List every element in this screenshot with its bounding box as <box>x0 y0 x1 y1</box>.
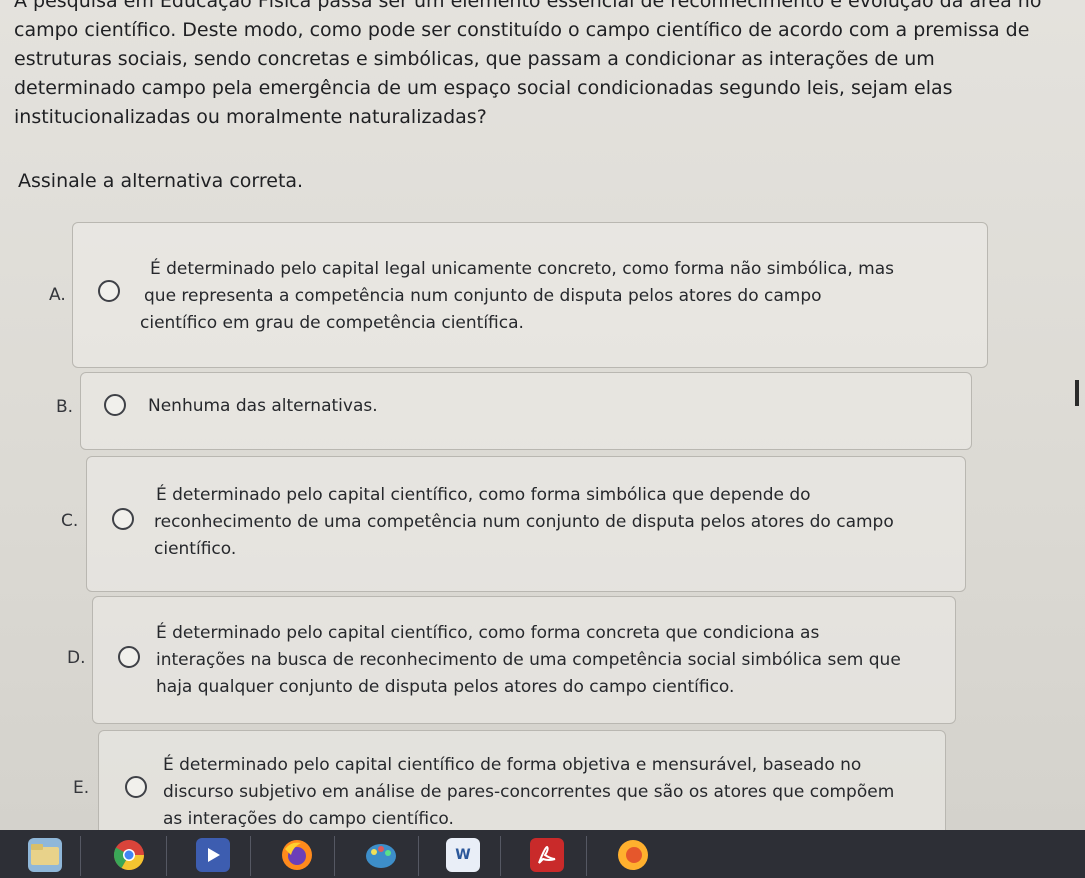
option-line: É determinado pelo capital científico, c… <box>156 485 811 505</box>
scrollbar-thumb[interactable] <box>1075 380 1079 406</box>
question-line: institucionalizadas ou moralmente natura… <box>14 106 487 128</box>
taskbar: W <box>0 830 1085 878</box>
radio-button[interactable] <box>112 508 134 530</box>
taskbar-divider <box>166 836 167 876</box>
acrobat-icon[interactable] <box>530 838 564 872</box>
chrome-icon[interactable] <box>112 838 146 872</box>
question-text: A pesquisa em Educação Física passa ser … <box>14 0 1064 132</box>
option-line: as interações do campo científico. <box>163 809 454 829</box>
option-letter: E. <box>73 778 90 798</box>
word-icon-label: W <box>455 847 471 863</box>
taskbar-divider <box>586 836 587 876</box>
word-icon[interactable]: W <box>446 838 480 872</box>
question-line: campo científico. Deste modo, como pode … <box>14 19 1030 41</box>
question-line: estruturas sociais, sendo concretas e si… <box>14 48 935 70</box>
browser-icon[interactable] <box>616 838 650 872</box>
paint-icon[interactable] <box>364 838 398 872</box>
taskbar-divider <box>334 836 335 876</box>
option-line: científico em grau de competência cientí… <box>140 313 524 333</box>
taskbar-divider <box>500 836 501 876</box>
option-line: É determinado pelo capital científico de… <box>163 755 862 775</box>
taskbar-divider <box>250 836 251 876</box>
question-line: A pesquisa em Educação Física passa ser … <box>14 0 1042 12</box>
file-manager-icon[interactable] <box>28 838 62 872</box>
radio-button[interactable] <box>118 646 140 668</box>
media-player-icon[interactable] <box>196 838 230 872</box>
option-text: É determinado pelo capital científico de… <box>163 752 894 833</box>
taskbar-divider <box>418 836 419 876</box>
option-line: científico. <box>154 539 237 559</box>
option-letter: A. <box>49 285 66 305</box>
option-text: É determinado pelo capital científico, c… <box>152 482 894 563</box>
option-text: É determinado pelo capital legal unicame… <box>140 256 894 337</box>
option-line: que representa a competência num conjunt… <box>144 286 822 306</box>
option-line: É determinado pelo capital científico, c… <box>156 623 820 643</box>
option-letter: D. <box>67 648 86 668</box>
question-line: determinado campo pela emergência de um … <box>14 77 953 99</box>
option-text: É determinado pelo capital científico, c… <box>156 620 901 701</box>
radio-button[interactable] <box>104 394 126 416</box>
instruction-text: Assinale a alternativa correta. <box>18 170 304 192</box>
option-letter: C. <box>61 511 79 531</box>
firefox-icon[interactable] <box>280 838 314 872</box>
taskbar-divider <box>80 836 81 876</box>
option-line: haja qualquer conjunto de disputa pelos … <box>156 677 735 697</box>
option-line: interações na busca de reconhecimento de… <box>156 650 901 670</box>
option-text: Nenhuma das alternativas. <box>148 393 378 420</box>
option-line: reconhecimento de uma competência num co… <box>154 512 894 532</box>
radio-button[interactable] <box>125 776 147 798</box>
option-line: discurso subjetivo em análise de pares-c… <box>163 782 895 802</box>
option-line: Nenhuma das alternativas. <box>148 396 378 416</box>
option-line: É determinado pelo capital legal unicame… <box>150 259 894 279</box>
radio-button[interactable] <box>98 280 120 302</box>
option-letter: B. <box>56 397 74 417</box>
